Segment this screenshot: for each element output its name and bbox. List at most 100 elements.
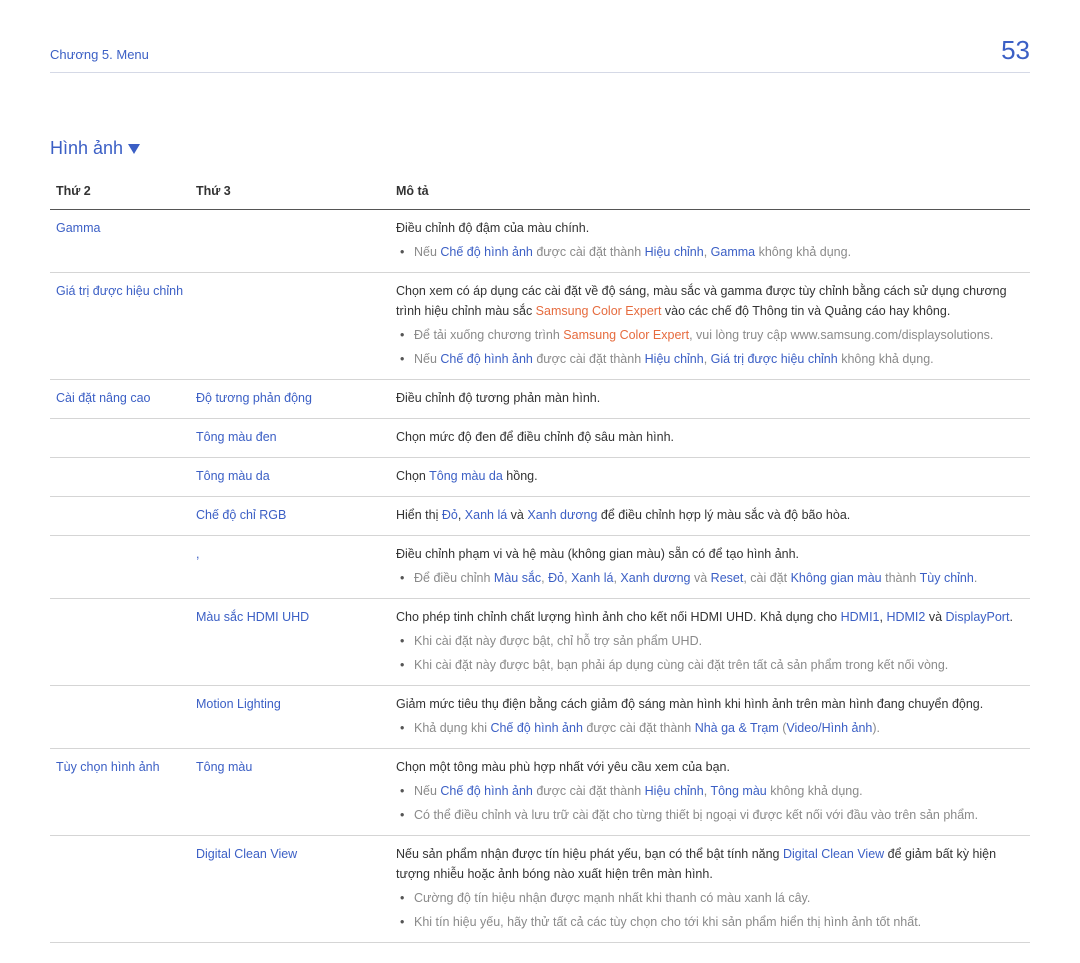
t: Không gian màu — [791, 571, 882, 585]
opt-tone-b2: Có thể điều chỉnh và lưu trữ cài đặt cho… — [396, 805, 1024, 825]
cell-opt-title: Tùy chọn hình ảnh — [50, 749, 190, 836]
cell-adv-title: Cài đặt nâng cao — [50, 380, 190, 419]
t: được cài đặt thành — [533, 352, 645, 366]
col-header-2: Thứ 2 — [50, 173, 190, 210]
cell-calib-c2: Giá trị được hiệu chỉnh — [50, 273, 190, 380]
t: , — [704, 245, 711, 259]
t: Tông màu da — [429, 469, 503, 483]
t: được cài đặt thành — [583, 721, 695, 735]
t: , — [704, 784, 711, 798]
t: Nhà ga & Trạm — [695, 721, 779, 735]
t: , — [704, 352, 711, 366]
row-adv-flesh: Tông màu da Chọn Tông màu da hồng. — [50, 458, 1030, 497]
t: DisplayPort — [946, 610, 1010, 624]
t: Xanh dương — [527, 508, 597, 522]
cell-adv-black-c3: Tông màu đen — [190, 419, 390, 458]
opt-tone-b1: Nếu Chế độ hình ảnh được cài đặt thành H… — [396, 781, 1024, 801]
adv-space-d: Điều chỉnh phạm vi và hệ màu (không gian… — [396, 544, 1024, 564]
t: Chế độ hình ảnh — [440, 784, 532, 798]
t: Màu sắc — [494, 571, 541, 585]
t: . — [1009, 610, 1012, 624]
t: Chế độ hình ảnh — [440, 352, 532, 366]
calib-b1: Để tải xuống chương trình Samsung Color … — [396, 325, 1024, 345]
t: Chế độ hình ảnh — [440, 245, 532, 259]
gamma-bullet1: Nếu Chế độ hình ảnh được cài đặt thành H… — [396, 242, 1024, 262]
t: Digital Clean View — [783, 847, 884, 861]
opt-dcv-b2: Khi tín hiệu yếu, hãy thử tất cả các tùy… — [396, 912, 1024, 932]
row-adv-rgb: Chế độ chỉ RGB Hiển thị Đỏ, Xanh lá và X… — [50, 497, 1030, 536]
adv-uhd-b1: Khi cài đặt này được bật, chỉ hỗ trợ sản… — [396, 631, 1024, 651]
t: Hiệu chỉnh — [645, 352, 704, 366]
t: được cài đặt thành — [533, 245, 645, 259]
t: , vui lòng truy cập www.samsung.com/disp… — [689, 328, 993, 342]
t: ). — [872, 721, 880, 735]
t: được cài đặt thành — [533, 784, 645, 798]
adv-space-b: Để điều chỉnh Màu sắc, Đỏ, Xanh lá, Xanh… — [396, 568, 1024, 588]
calib-b2: Nếu Chế độ hình ảnh được cài đặt thành H… — [396, 349, 1024, 369]
section-title: Hình ảnh — [50, 138, 1030, 159]
adv-uhd-b2: Khi cài đặt này được bật, bạn phải áp dụ… — [396, 655, 1024, 675]
t: không khả dụng. — [838, 352, 934, 366]
t: Đỏ — [548, 571, 564, 585]
row-adv-space: , Điều chỉnh phạm vi và hệ màu (không gi… — [50, 536, 1030, 599]
t: Cho phép tinh chỉnh chất lượng hình ảnh … — [396, 610, 841, 624]
t: Video/Hình ảnh — [786, 721, 872, 735]
calib-line1: Chọn xem có áp dụng các cài đặt về độ sá… — [396, 281, 1024, 321]
row-adv-contrast: Cài đặt nâng cao Độ tương phản động Điều… — [50, 380, 1030, 419]
t: Xanh lá — [571, 571, 613, 585]
t: hồng. — [503, 469, 538, 483]
t: và — [691, 571, 711, 585]
cell-adv-flesh-c3: Tông màu da — [190, 458, 390, 497]
t: Để tải xuống chương trình — [414, 328, 563, 342]
adv-uhd-line: Cho phép tinh chỉnh chất lượng hình ảnh … — [396, 607, 1024, 627]
chevron-down-icon — [128, 144, 140, 154]
row-adv-uhd: Màu sắc HDMI UHD Cho phép tinh chỉnh chấ… — [50, 599, 1030, 686]
menu-table: Thứ 2 Thứ 3 Mô tả Gamma Điều chỉnh độ đậ… — [50, 173, 1030, 943]
t: thành — [882, 571, 920, 585]
t: Samsung Color Expert — [563, 328, 689, 342]
gamma-line1: Điều chỉnh độ đậm của màu chính. — [396, 218, 1024, 238]
t: Khả dụng khi — [414, 721, 490, 735]
t: không khả dụng. — [767, 784, 863, 798]
t: Nếu sản phẩm nhận được tín hiệu phát yếu… — [396, 847, 783, 861]
row-adv-motion: Motion Lighting Giảm mức tiêu thụ điện b… — [50, 686, 1030, 749]
t: Giá trị được hiệu chỉnh — [711, 352, 838, 366]
t: HDMI2 — [886, 610, 925, 624]
t: Nếu — [414, 245, 440, 259]
opt-dcv-line: Nếu sản phẩm nhận được tín hiệu phát yếu… — [396, 844, 1024, 884]
chapter-label: Chương 5. Menu — [50, 47, 149, 62]
cell-adv-motion-c3: Motion Lighting — [190, 686, 390, 749]
t: . — [974, 571, 977, 585]
page-number: 53 — [1001, 35, 1030, 66]
cell-gamma-c2: Gamma — [50, 210, 190, 273]
adv-motion-b: Khả dụng khi Chế độ hình ảnh được cài đặ… — [396, 718, 1024, 738]
col-header-3: Thứ 3 — [190, 173, 390, 210]
t: , cài đặt — [743, 571, 790, 585]
t: Để điều chỉnh — [414, 571, 494, 585]
row-calibrated: Giá trị được hiệu chỉnh Chọn xem có áp d… — [50, 273, 1030, 380]
t: và — [507, 508, 527, 522]
t: Chọn — [396, 469, 429, 483]
row-adv-black: Tông màu đen Chọn mức độ đen để điều chỉ… — [50, 419, 1030, 458]
row-opt-dcv: Digital Clean View Nếu sản phẩm nhận đượ… — [50, 836, 1030, 943]
t: Xanh lá — [465, 508, 507, 522]
t: Reset — [711, 571, 744, 585]
t: Nếu — [414, 352, 440, 366]
t: Tông màu — [710, 784, 766, 798]
t: HDMI1 — [841, 610, 880, 624]
cell-adv-uhd-c3: Màu sắc HDMI UHD — [190, 599, 390, 686]
t: để điều chỉnh hợp lý màu sắc và độ bão h… — [597, 508, 850, 522]
t: và — [925, 610, 945, 624]
t: Nếu — [414, 784, 440, 798]
t: Hiển thị — [396, 508, 442, 522]
t: Xanh dương — [620, 571, 690, 585]
adv-motion-d: Giảm mức tiêu thụ điện bằng cách giảm độ… — [396, 694, 1024, 714]
cell-adv-contrast-d: Điều chỉnh độ tương phản màn hình. — [390, 380, 1030, 419]
cell-opt-tone-c3: Tông màu — [190, 749, 390, 836]
t: Chế độ hình ảnh — [490, 721, 582, 735]
cell-adv-contrast-c3: Độ tương phản động — [190, 380, 390, 419]
cell-adv-black-d: Chọn mức độ đen để điều chỉnh độ sâu màn… — [390, 419, 1030, 458]
t: Hiệu chỉnh — [645, 245, 704, 259]
row-gamma: Gamma Điều chỉnh độ đậm của màu chính. N… — [50, 210, 1030, 273]
row-opt-tone: Tùy chọn hình ảnh Tông màu Chọn một tông… — [50, 749, 1030, 836]
